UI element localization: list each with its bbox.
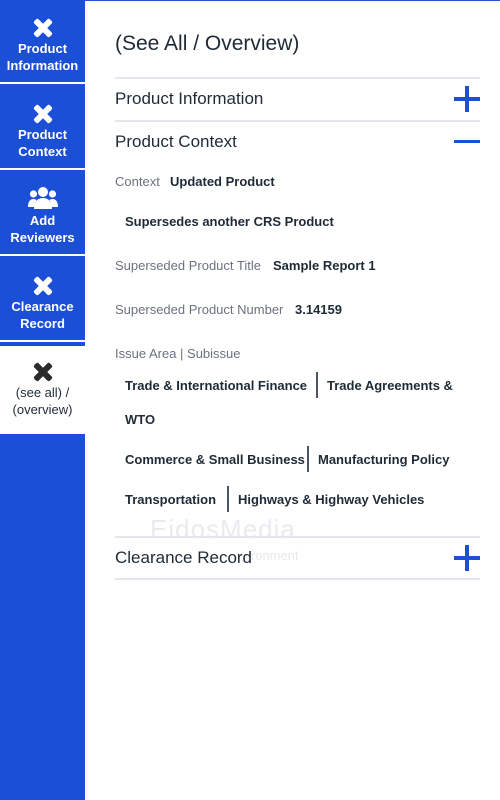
section-clearance-record[interactable]: Clearance Record xyxy=(115,536,480,578)
sidebar-item-label: (see all) / (overview) xyxy=(12,385,73,417)
sidebar-item-label: Product Information xyxy=(6,41,79,73)
supersedes-value: Supersedes another CRS Product xyxy=(125,214,334,229)
issue-area-label: Issue Area | Subissue xyxy=(115,346,241,361)
tag-separator xyxy=(227,486,229,512)
context-value: Updated Product xyxy=(170,174,275,189)
close-icon xyxy=(33,276,53,296)
section-product-information[interactable]: Product Information xyxy=(115,77,480,119)
close-icon xyxy=(33,362,53,382)
tag-separator xyxy=(307,446,309,472)
subissue-value: Manufacturing Policy xyxy=(318,452,450,467)
sidebar-item-overview[interactable]: (see all) / (overview) xyxy=(0,346,85,434)
page-title: (See All / Overview) xyxy=(115,32,300,55)
section-title: Clearance Record xyxy=(115,548,253,567)
subissue-value-continued: WTO xyxy=(125,412,156,427)
sidebar-item-add-reviewers[interactable]: Add Reviewers xyxy=(0,172,85,256)
section-title: Product Information xyxy=(115,89,264,108)
tag-separator xyxy=(316,372,318,398)
context-label: Context xyxy=(115,174,160,189)
expand-plus-icon[interactable] xyxy=(454,545,480,571)
expand-plus-icon[interactable] xyxy=(454,86,480,112)
issue-area-value: Trade & International Finance xyxy=(125,378,308,393)
section-product-context[interactable]: Product Context xyxy=(115,120,480,162)
close-icon xyxy=(33,18,53,38)
collapse-minus-icon[interactable] xyxy=(454,129,480,155)
users-icon xyxy=(27,187,58,209)
issue-area-value: Commerce & Small Business xyxy=(125,452,305,467)
sidebar-item-product-context[interactable]: Product Context xyxy=(0,86,85,170)
issue-area-value: Transportation xyxy=(125,492,217,507)
subissue-value: Highways & Highway Vehicles xyxy=(238,492,425,507)
subissue-value: Trade Agreements & xyxy=(327,378,453,393)
sidebar-item-product-information[interactable]: Product Information xyxy=(0,0,85,84)
sidebar: Product Information Product Context Add … xyxy=(0,0,85,800)
superseded-number-value: 3.14159 xyxy=(295,302,342,317)
sidebar-item-label: Product Context xyxy=(17,127,68,159)
superseded-title-value: Sample Report 1 xyxy=(273,258,376,273)
sidebar-item-label: Clearance Record xyxy=(11,299,74,331)
sidebar-item-clearance-record[interactable]: Clearance Record xyxy=(0,258,85,342)
section-title: Product Context xyxy=(115,132,237,151)
close-icon xyxy=(33,104,53,124)
section-divider xyxy=(115,578,480,580)
sidebar-item-label: Add Reviewers xyxy=(10,213,75,245)
superseded-title-label: Superseded Product Title xyxy=(115,258,261,273)
superseded-number-label: Superseded Product Number xyxy=(115,302,284,317)
